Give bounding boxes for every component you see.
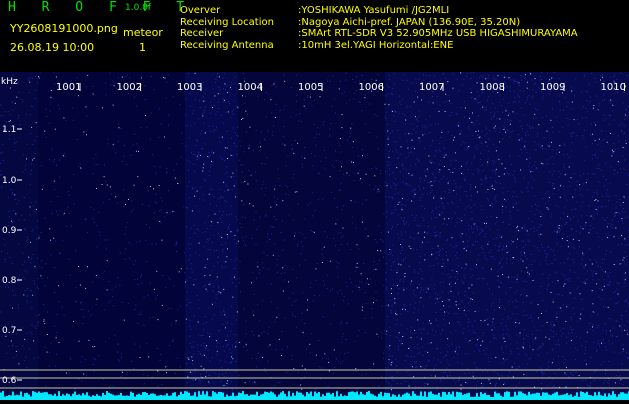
- info-value: :YOSHIKAWA Yasufumi /JG2MLI: [298, 5, 449, 17]
- time-label: 1007: [419, 82, 444, 93]
- info-row-observer: Overver :YOSHIKAWA Yasufumi /JG2MLI: [180, 5, 578, 17]
- meteor-count: 1: [139, 41, 146, 54]
- time-label: 1006: [359, 82, 384, 93]
- y-unit-label: kHz: [1, 77, 18, 87]
- info-row-receiver: Receiver :SMArt RTL-SDR V3 52.905MHz USB…: [180, 28, 578, 40]
- noise-band: [38, 72, 185, 400]
- y-tick-label: 1.1: [2, 125, 16, 135]
- noise-band: [385, 72, 629, 400]
- y-tick-label: 0.6: [2, 376, 17, 386]
- info-value: :Nagoya Aichi-pref. JAPAN (136.90E, 35.2…: [298, 17, 520, 29]
- app-title: H R O F F T: [8, 0, 193, 15]
- info-key: Overver: [180, 5, 298, 17]
- spectrogram-panel: kHz 1.1 1.0 0.9 0.8 0.7 0.6 1001 1002 1003 1004 1…: [0, 72, 629, 400]
- noise-band: [185, 72, 238, 400]
- app-version: 1.0.0f: [125, 3, 151, 13]
- info-value: :SMArt RTL-SDR V3 52.905MHz USB HIGASHIM…: [298, 28, 578, 40]
- time-label: 1009: [540, 82, 565, 93]
- station-info: Overver :YOSHIKAWA Yasufumi /JG2MLI Rece…: [180, 5, 578, 51]
- time-label: 1005: [298, 82, 323, 93]
- time-label: 1008: [480, 82, 505, 93]
- file-name: YY2608191000.png: [10, 22, 118, 35]
- y-tick-label: 0.8: [2, 276, 17, 286]
- noise-band: [0, 72, 38, 400]
- info-key: Receiver: [180, 28, 298, 40]
- time-label: 1002: [117, 82, 142, 93]
- spectrogram: kHz 1.1 1.0 0.9 0.8 0.7 0.6 1001 1002 1003 1004 1…: [0, 72, 629, 400]
- time-label: 1001: [56, 82, 81, 93]
- meteor-label: meteor: [123, 26, 163, 39]
- y-tick-label: 0.9: [2, 226, 17, 236]
- noise-bands: [0, 72, 629, 400]
- y-tick-label: 1.0: [2, 176, 17, 186]
- noise-band: [238, 72, 385, 400]
- info-row-location: Receiving Location :Nagoya Aichi-pref. J…: [180, 17, 578, 29]
- time-label: 1010: [601, 82, 626, 93]
- date-time: 26.08.19 10:00: [10, 41, 94, 54]
- info-key: Receiving Location: [180, 17, 298, 29]
- info-row-antenna: Receiving Antenna :10mH 3el.YAGI Horizon…: [180, 40, 578, 52]
- time-label: 1003: [177, 82, 202, 93]
- y-tick-label: 0.7: [2, 326, 16, 336]
- time-label: 1004: [238, 82, 263, 93]
- info-key: Receiving Antenna: [180, 40, 298, 52]
- info-value: :10mH 3el.YAGI Horizontal:ENE: [298, 40, 453, 52]
- header-panel: H R O F F T 1.0.0f YY2608191000.png 26.0…: [0, 0, 629, 72]
